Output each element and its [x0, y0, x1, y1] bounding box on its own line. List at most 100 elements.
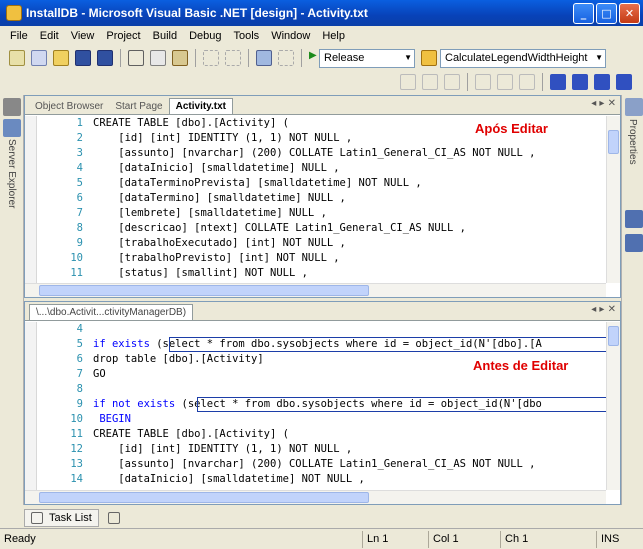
- display-member-list-icon[interactable]: [400, 74, 416, 90]
- start-icon[interactable]: ▶: [309, 50, 317, 66]
- properties-label[interactable]: Properties: [627, 119, 638, 165]
- app-icon[interactable]: [6, 5, 22, 21]
- close-button[interactable]: ✕: [619, 3, 640, 24]
- increase-indent-icon[interactable]: [497, 74, 513, 90]
- document-tabs: \...\dbo.Activit...ctivityManagerDB) ◂ ▸…: [25, 302, 620, 321]
- server-explorer-icon[interactable]: [3, 119, 21, 137]
- code-editor[interactable]: 4 5 if exists (select * from dbo.sysobjec…: [25, 322, 606, 490]
- tab-activity-txt[interactable]: Activity.txt: [168, 98, 234, 114]
- task-list-tab[interactable]: Task List: [24, 509, 99, 527]
- find-combo[interactable]: CalculateLegendWidthHeight ▼: [440, 48, 606, 68]
- find-combo-value: CalculateLegendWidthHeight: [445, 52, 588, 64]
- properties-icon[interactable]: [625, 98, 643, 116]
- code-line: 1 CREATE TABLE [dbo].[Activity] (: [76, 117, 289, 129]
- add-item-icon[interactable]: [31, 50, 47, 66]
- next-bookmark-icon[interactable]: [572, 74, 588, 90]
- separator: [542, 73, 543, 91]
- quick-info-icon[interactable]: [444, 74, 460, 90]
- code-line: 8 [descricao] [ntext] COLLATE Latin1_Gen…: [76, 222, 466, 234]
- task-list-label: Task List: [49, 512, 92, 524]
- text-editor-toolbar: [0, 70, 643, 94]
- code-line: 4 [dataInicio] [smalldatetime] NULL ,: [76, 162, 340, 174]
- code-line: 11 CREATE TABLE [dbo].[Activity] (: [70, 428, 289, 440]
- previous-bookmark-icon[interactable]: [594, 74, 610, 90]
- code-editor[interactable]: 1 CREATE TABLE [dbo].[Activity] ( 2 [id] …: [25, 116, 606, 283]
- title-bar: InstallDB - Microsoft Visual Basic .NET …: [0, 0, 643, 26]
- status-ready: Ready: [4, 533, 36, 545]
- menu-help[interactable]: Help: [316, 30, 351, 42]
- menu-tools[interactable]: Tools: [228, 30, 266, 42]
- code-line: 7 [lembrete] [smalldatetime] NULL ,: [76, 207, 327, 219]
- maximize-button[interactable]: □: [596, 3, 617, 24]
- minimize-button[interactable]: _: [573, 3, 594, 24]
- horizontal-scrollbar[interactable]: [25, 283, 606, 297]
- redo-icon[interactable]: [225, 50, 241, 66]
- separator: [301, 49, 302, 67]
- decrease-indent-icon[interactable]: [475, 74, 491, 90]
- task-list-icon: [31, 512, 43, 524]
- toggle-bookmark-icon[interactable]: [550, 74, 566, 90]
- vertical-scrollbar[interactable]: [606, 322, 620, 490]
- code-line: 11 [status] [smallint] NOT NULL ,: [70, 267, 308, 279]
- code-line: 6 drop table [dbo].[Activity]: [76, 353, 264, 365]
- editor-pane-after: Object Browser Start Page Activity.txt ◂…: [24, 95, 621, 298]
- code-line: 3 [assunto] [nvarchar] (200) COLLATE Lat…: [76, 147, 536, 159]
- menu-project[interactable]: Project: [100, 30, 146, 42]
- solution-config-select[interactable]: Release ▼: [319, 48, 415, 68]
- server-explorer-label[interactable]: Server Explorer: [6, 139, 17, 208]
- cut-icon[interactable]: [128, 50, 144, 66]
- navigate-back-icon[interactable]: [256, 50, 272, 66]
- save-icon[interactable]: [75, 50, 91, 66]
- code-line: 7 GO: [76, 368, 106, 380]
- save-all-icon[interactable]: [97, 50, 113, 66]
- chevron-down-icon: ▼: [595, 52, 603, 62]
- status-char: Ch 1: [500, 530, 596, 548]
- tab-start-page[interactable]: Start Page: [109, 99, 168, 114]
- task-list-bar: Task List: [24, 508, 621, 528]
- tab-nav-controls[interactable]: ◂ ▸ ✕: [591, 98, 616, 109]
- find-icon[interactable]: [421, 50, 437, 66]
- resource-view-icon[interactable]: [625, 234, 643, 252]
- new-project-icon[interactable]: [9, 50, 25, 66]
- code-line: 10 BEGIN: [70, 413, 131, 425]
- document-tabs: Object Browser Start Page Activity.txt ◂…: [25, 96, 620, 115]
- menu-view[interactable]: View: [65, 30, 101, 42]
- separator: [467, 73, 468, 91]
- vertical-scrollbar[interactable]: [606, 116, 620, 283]
- tab-dbo-activity[interactable]: \...\dbo.Activit...ctivityManagerDB): [29, 304, 194, 320]
- menu-debug[interactable]: Debug: [183, 30, 227, 42]
- menu-file[interactable]: File: [4, 30, 34, 42]
- toolbox-icon[interactable]: [3, 98, 21, 116]
- tab-nav-controls[interactable]: ◂ ▸ ✕: [591, 304, 616, 315]
- horizontal-scrollbar[interactable]: [25, 490, 606, 504]
- menu-window[interactable]: Window: [265, 30, 316, 42]
- status-bar: Ready Ln 1 Col 1 Ch 1 INS: [0, 528, 643, 549]
- code-line: 8: [76, 383, 83, 395]
- output-window-icon[interactable]: [107, 512, 120, 524]
- navigate-forward-icon[interactable]: [278, 50, 294, 66]
- separator: [248, 49, 249, 67]
- highlight-box-exists: [169, 337, 606, 352]
- clear-bookmarks-icon[interactable]: [616, 74, 632, 90]
- menu-edit[interactable]: Edit: [34, 30, 65, 42]
- code-line: 13 [assunto] [nvarchar] (200) COLLATE La…: [70, 458, 536, 470]
- separator: [195, 49, 196, 67]
- code-line: 4: [76, 323, 83, 335]
- code-line: 14 [dataInicio] [smalldatetime] NOT NULL…: [70, 473, 365, 485]
- editor-pane-before: \...\dbo.Activit...ctivityManagerDB) ◂ ▸…: [24, 301, 621, 505]
- status-ins: INS: [596, 530, 626, 548]
- code-line: 5 [dataTerminoPrevista] [smalldatetime] …: [76, 177, 422, 189]
- undo-icon[interactable]: [203, 50, 219, 66]
- annotation-after-edit: Após Editar: [475, 121, 548, 136]
- parameter-info-icon[interactable]: [422, 74, 438, 90]
- comment-icon[interactable]: [519, 74, 535, 90]
- tab-object-browser[interactable]: Object Browser: [29, 99, 109, 114]
- class-view-icon[interactable]: [625, 210, 643, 228]
- paste-icon[interactable]: [172, 50, 188, 66]
- open-file-icon[interactable]: [53, 50, 69, 66]
- copy-icon[interactable]: [150, 50, 166, 66]
- status-line: Ln 1: [362, 530, 428, 548]
- menu-build[interactable]: Build: [147, 30, 183, 42]
- separator: [120, 49, 121, 67]
- solution-config-value: Release: [324, 52, 365, 64]
